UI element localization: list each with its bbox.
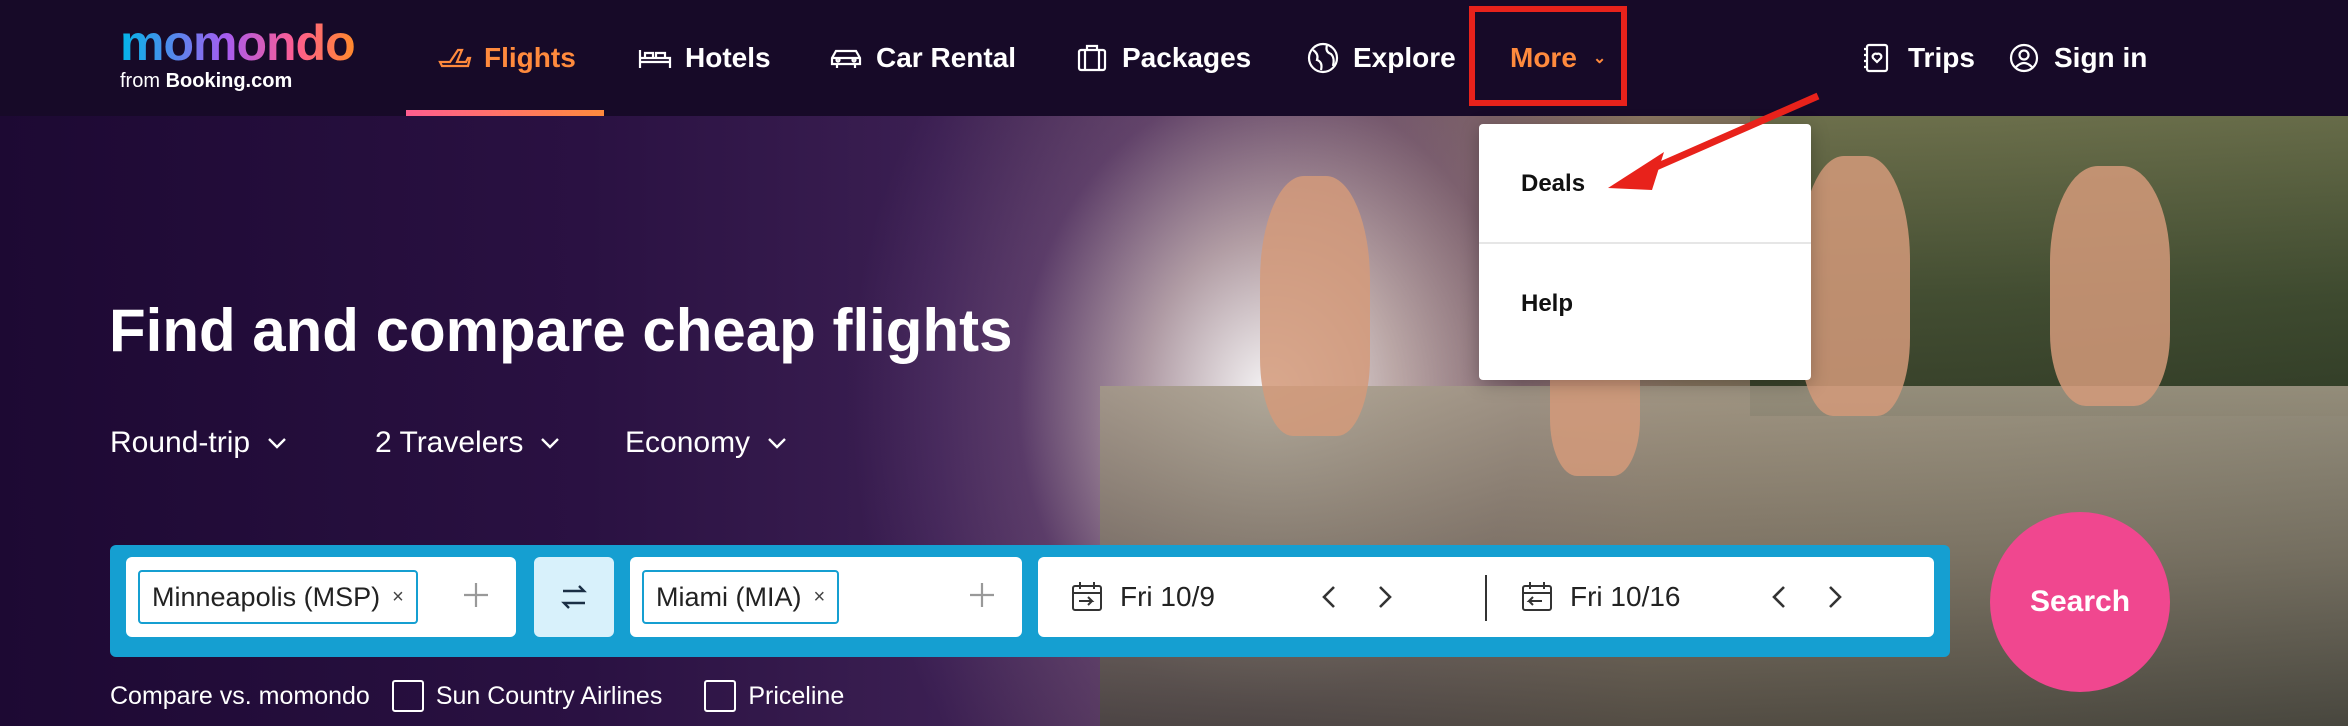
trip-type-select[interactable]: Round-trip [110, 426, 290, 460]
background-person [1260, 176, 1370, 436]
logo-sub-brand: Booking.com [165, 70, 293, 92]
nav-trips[interactable]: Trips [1860, 0, 1975, 116]
swap-icon [561, 585, 587, 609]
destination-chip[interactable]: Miami (MIA) × [642, 570, 840, 624]
menu-item-help[interactable]: Help [1479, 244, 1811, 364]
nav-trips-label: Trips [1908, 42, 1975, 73]
origin-value: Minneapolis (MSP) [152, 581, 381, 612]
car-icon [830, 49, 862, 68]
nav-active-indicator [406, 110, 604, 116]
swap-locations-button[interactable] [534, 557, 614, 637]
destination-value: Miami (MIA) [656, 581, 802, 612]
origin-field[interactable]: Minneapolis (MSP) × [126, 557, 516, 637]
nav-hotels[interactable]: Hotels [637, 0, 771, 116]
cabin-class-value: Economy [625, 426, 751, 459]
globe-icon [1307, 42, 1339, 74]
return-date-value: Fri 10/16 [1570, 581, 1681, 612]
momondo-logo[interactable]: momondo from Booking.com [120, 15, 356, 92]
nav-car-rental[interactable]: Car Rental [828, 0, 1016, 116]
compare-providers: Compare vs. momondo Sun Country Airlines… [110, 680, 844, 712]
chevron-down-icon [764, 430, 790, 456]
checkbox-icon[interactable] [391, 680, 424, 712]
travelers-value: 2 Travelers [375, 426, 524, 459]
origin-chip[interactable]: Minneapolis (MSP) × [138, 570, 418, 624]
suitcase-icon [1077, 44, 1107, 72]
trips-icon [1864, 43, 1889, 73]
depart-date[interactable]: Fri 10/9 [1068, 557, 1215, 637]
background-person [2050, 166, 2170, 406]
dates-field: Fri 10/9 Fri 10/16 [1038, 557, 1934, 637]
nav-sign-in[interactable]: Sign in [2006, 0, 2147, 116]
depart-date-value: Fri 10/9 [1120, 581, 1215, 612]
logo-sub-prefix: from [120, 70, 166, 92]
depart-prev-icon[interactable] [1312, 579, 1348, 615]
nav-sign-in-label: Sign in [2054, 42, 2148, 73]
travelers-select[interactable]: 2 Travelers [375, 426, 563, 460]
plane-icon [438, 48, 472, 68]
chevron-down-icon [537, 430, 563, 456]
compare-option-sun-country[interactable]: Sun Country Airlines [391, 680, 663, 712]
top-nav: momondo from Booking.com Flights Hotels … [0, 0, 2348, 116]
cabin-class-select[interactable]: Economy [625, 426, 790, 460]
nav-flights-label: Flights [484, 42, 576, 73]
return-date[interactable]: Fri 10/16 [1518, 557, 1681, 637]
search-button[interactable]: Search [1990, 512, 2170, 692]
flight-search-bar: Minneapolis (MSP) × Miami (MIA) × Fri 10… [110, 545, 1950, 657]
calendar-icon [1072, 582, 1102, 611]
depart-next-icon[interactable] [1366, 579, 1402, 615]
nav-car-rental-label: Car Rental [876, 42, 1017, 73]
nav-explore[interactable]: Explore [1305, 0, 1456, 116]
annotation-arrow-icon [1608, 92, 1820, 190]
calendar-icon [1522, 582, 1552, 611]
return-next-icon[interactable] [1816, 579, 1852, 615]
nav-packages[interactable]: Packages [1074, 0, 1251, 116]
add-origin-plus-icon[interactable] [456, 575, 496, 615]
checkbox-icon[interactable] [704, 680, 737, 712]
nav-packages-label: Packages [1122, 42, 1252, 73]
date-divider [1485, 575, 1487, 621]
hero-title: Find and compare cheap flights [109, 297, 1013, 364]
compare-option-priceline[interactable]: Priceline [704, 680, 844, 712]
remove-origin-icon[interactable]: × [392, 586, 404, 609]
user-icon [2009, 43, 2039, 73]
remove-destination-icon[interactable]: × [813, 586, 825, 609]
nav-flights[interactable]: Flights [436, 0, 576, 116]
compare-label: Compare vs. momondo [110, 681, 370, 710]
nav-explore-label: Explore [1353, 42, 1456, 73]
hero-section: Find and compare cheap flights Round-tri… [0, 116, 2348, 726]
logo-subtitle: from Booking.com [120, 70, 355, 92]
nav-hotels-label: Hotels [685, 42, 771, 73]
logo-wordmark: momondo [120, 15, 356, 71]
bed-icon [638, 50, 672, 68]
chevron-down-icon [264, 430, 290, 456]
compare-option-label: Priceline [748, 681, 845, 710]
return-prev-icon[interactable] [1762, 579, 1798, 615]
compare-option-label: Sun Country Airlines [435, 681, 663, 710]
add-destination-plus-icon[interactable] [962, 575, 1002, 615]
trip-type-value: Round-trip [110, 426, 251, 459]
destination-field[interactable]: Miami (MIA) × [630, 557, 1022, 637]
